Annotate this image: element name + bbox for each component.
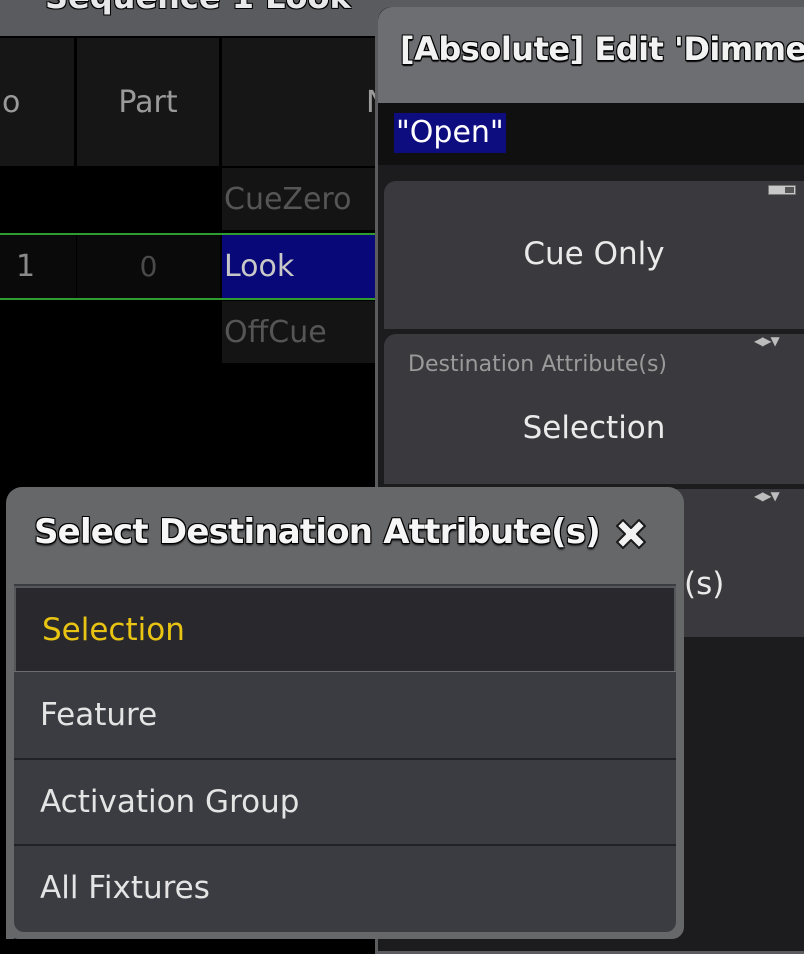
popup-list-edge <box>6 671 14 939</box>
close-x-icon <box>616 519 646 549</box>
cue-only-button-label: Cue Only <box>523 236 665 272</box>
column-header-part-label: Part <box>118 84 178 120</box>
column-header-part[interactable]: Part <box>77 38 219 166</box>
cue-row-look-name[interactable]: Look <box>222 235 382 298</box>
cue-row-look-part[interactable]: 0 <box>77 235 220 298</box>
destination-attribute-label: Destination Attribute(s) <box>408 352 668 377</box>
option-activation-group[interactable]: Activation Group <box>14 758 676 843</box>
cue-row-look-number[interactable]: 1 <box>0 235 76 298</box>
swipe-arrows-icon: ◀▶▼ <box>754 334 780 348</box>
option-feature[interactable]: Feature <box>14 672 676 757</box>
column-header-no[interactable]: o <box>0 38 74 166</box>
cue-row-cuezero[interactable]: CueZero <box>222 168 382 230</box>
close-icon[interactable] <box>605 508 657 560</box>
option-all-fixtures[interactable]: All Fixtures <box>14 844 676 929</box>
sequence-sheet-title: Sequence 1 Look <box>45 0 351 16</box>
destination-attribute-value: Selection <box>522 410 666 446</box>
cue-row-offcue[interactable]: OffCue <box>222 301 382 363</box>
attribute-option-button-label: (s) <box>684 566 725 602</box>
column-header-no-label: o <box>2 84 21 120</box>
edit-dialog-title: [Absolute] Edit 'Dimmer <box>400 30 804 68</box>
edit-value-input-text[interactable]: "Open" <box>394 113 506 153</box>
selected-row-bottom-line <box>0 298 382 300</box>
option-selection[interactable]: Selection <box>14 586 676 671</box>
popup-title: Select Destination Attribute(s) <box>34 512 601 552</box>
toggle-indicator-icon <box>768 185 796 195</box>
swipe-arrows-icon: ◀▶▼ <box>754 489 780 503</box>
column-header-name[interactable]: N <box>222 38 388 166</box>
